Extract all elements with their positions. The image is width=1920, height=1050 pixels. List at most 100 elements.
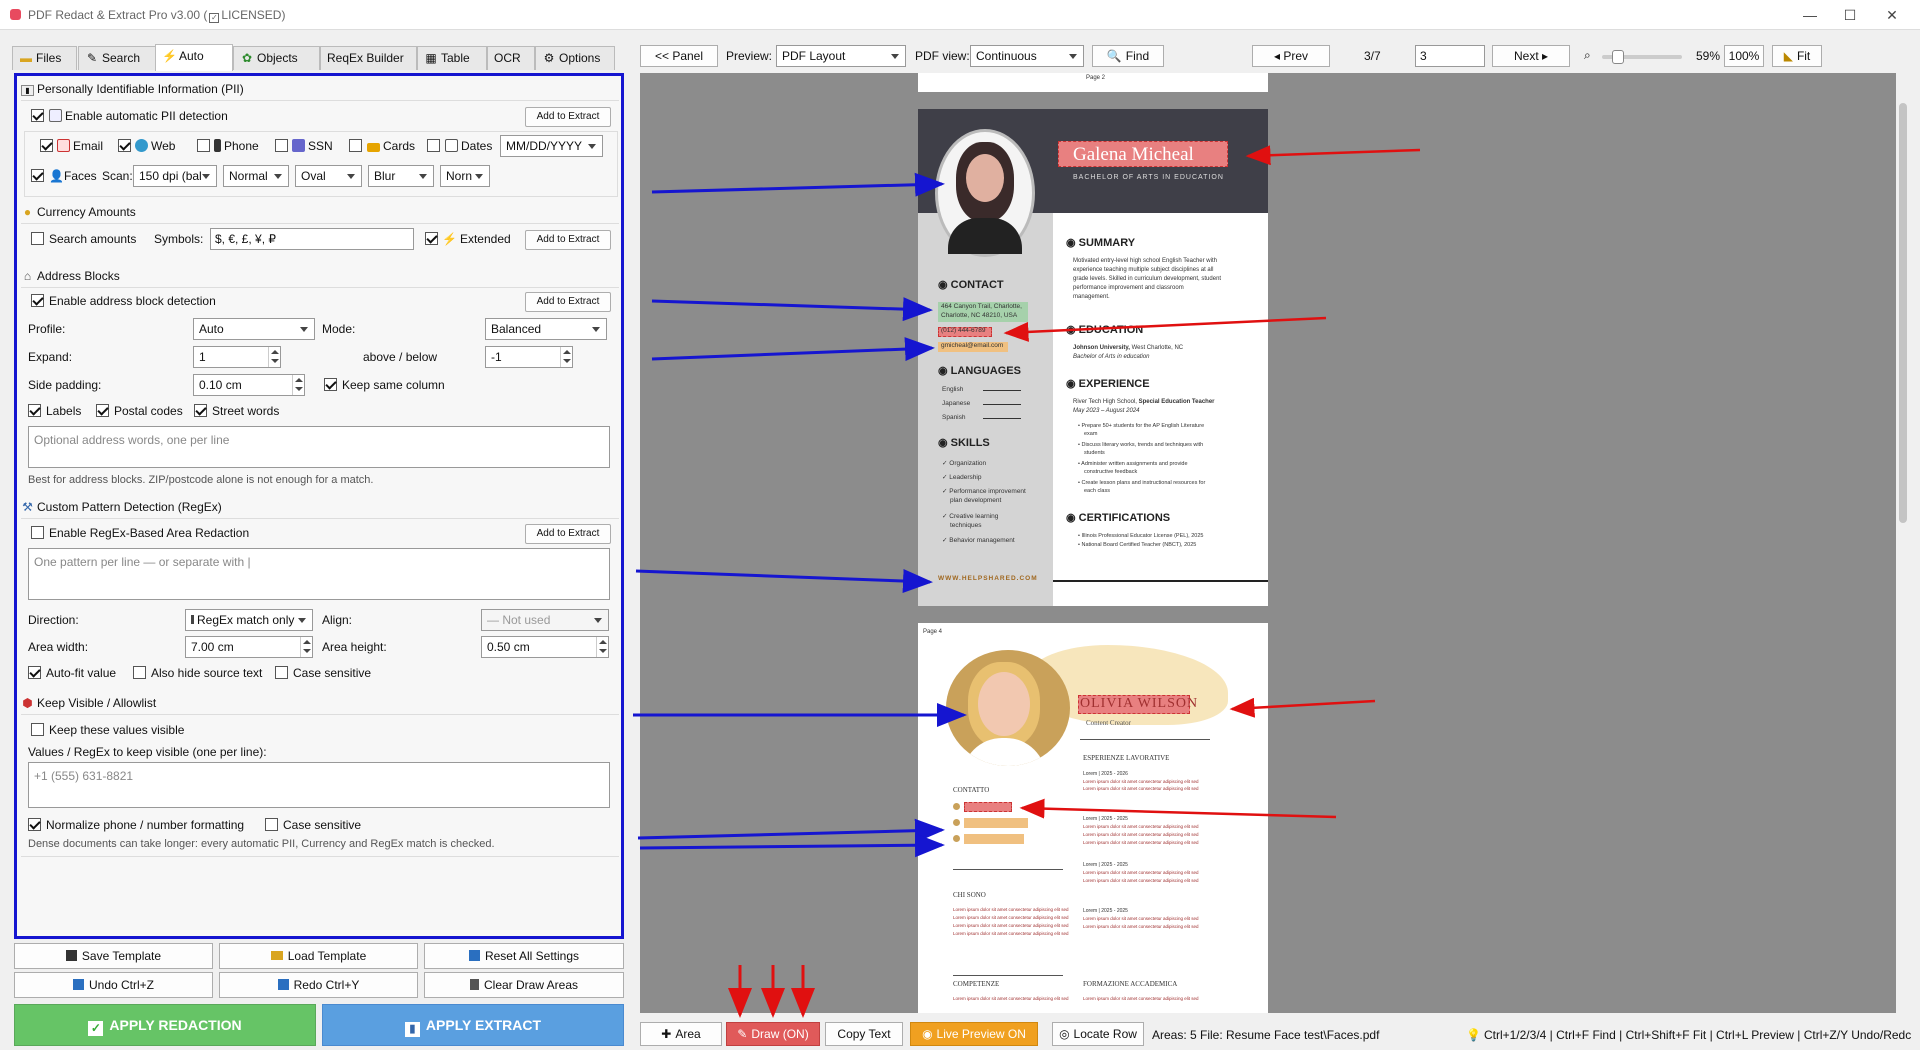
pencil-icon: ✎ — [86, 51, 98, 65]
expand-spinner[interactable]: 1 — [193, 346, 281, 368]
phone-checkbox[interactable] — [197, 139, 210, 152]
pdf-view-select[interactable]: Continuous — [970, 45, 1084, 67]
lorem-line: Lorem ipsum dolor sit amet consectetur a… — [953, 996, 1069, 1001]
side-padding-spinner[interactable]: 0.10 cm — [193, 374, 305, 396]
page-count: 3/7 — [1364, 49, 1381, 63]
find-button[interactable]: 🔍 Find — [1092, 45, 1164, 67]
enable-address-checkbox[interactable] — [31, 294, 44, 307]
maximize-button[interactable]: ☐ — [1830, 4, 1870, 26]
close-button[interactable]: ✕ — [1872, 4, 1912, 26]
tab-table[interactable]: ▦ Table — [417, 46, 487, 70]
postal-codes-checkbox[interactable] — [96, 404, 109, 417]
normalize-checkbox[interactable] — [28, 818, 41, 831]
resume-role: Content Creator — [1086, 719, 1131, 727]
profile-select[interactable]: Auto — [193, 318, 315, 340]
tab-regex-builder[interactable]: ReqEx Builder — [320, 46, 417, 70]
viewer-scrollbar[interactable] — [1896, 73, 1910, 1013]
face-mode-select[interactable]: Normal — [223, 165, 289, 187]
regex-case-checkbox[interactable] — [275, 666, 288, 679]
next-page-button[interactable]: Next ▸ — [1492, 45, 1570, 67]
undo-button[interactable]: Undo Ctrl+Z — [14, 972, 213, 998]
clear-draw-areas-button[interactable]: Clear Draw Areas — [424, 972, 624, 998]
address-words-textarea[interactable]: Optional address words, one per line — [28, 426, 610, 468]
allowlist-case-checkbox[interactable] — [265, 818, 278, 831]
mode-select[interactable]: Balanced — [485, 318, 607, 340]
apply-extract-button[interactable]: ▮ APPLY EXTRACT — [322, 1004, 624, 1046]
locate-row-button[interactable]: ◎ Locate Row — [1052, 1022, 1144, 1046]
face-extra-select[interactable]: Norn — [440, 165, 490, 187]
dates-checkbox[interactable] — [427, 139, 440, 152]
tab-ocr[interactable]: OCR — [487, 46, 535, 70]
scan-dpi-select[interactable]: 150 dpi (bal — [133, 165, 217, 187]
eye-icon: ◉ — [922, 1027, 933, 1041]
pdf-viewer[interactable] — [640, 73, 1896, 1013]
id-card-icon — [292, 139, 305, 152]
reset-settings-button[interactable]: Reset All Settings — [424, 943, 624, 969]
face-shape-select[interactable]: Oval — [295, 165, 362, 187]
direction-select[interactable]: RegEx match only — [185, 609, 313, 631]
preview-select[interactable]: PDF Layout — [776, 45, 906, 67]
keep-column-checkbox[interactable] — [324, 378, 337, 391]
hide-source-checkbox[interactable] — [133, 666, 146, 679]
edu-entry: Lorem | 2025 - 2025 — [1083, 908, 1128, 914]
align-select[interactable]: — Not used — [481, 609, 609, 631]
area-button[interactable]: ✚ Area — [640, 1022, 722, 1046]
languages-heading: ◉ LANGUAGES — [938, 365, 1021, 377]
redo-button[interactable]: Redo Ctrl+Y — [219, 972, 418, 998]
panel-toggle-button[interactable]: << Panel — [640, 45, 718, 67]
hide-source-label: Also hide source text — [151, 666, 263, 680]
face-effect-select[interactable]: Blur — [368, 165, 434, 187]
draw-toggle-button[interactable]: ✎ Draw (ON) — [726, 1022, 820, 1046]
address-section-header: ⌂ Address Blocks — [21, 269, 120, 283]
date-format-select[interactable]: MM/DD/YYYY — [500, 135, 603, 157]
zoom-slider[interactable] — [1602, 50, 1682, 64]
area-height-spinner[interactable]: 0.50 cm — [481, 636, 609, 658]
minimize-button[interactable]: — — [1790, 4, 1830, 26]
copy-text-button[interactable]: Copy Text — [825, 1022, 903, 1046]
regex-add-extract-button[interactable]: Add to Extract — [525, 524, 611, 544]
email-checkbox[interactable] — [40, 139, 53, 152]
tab-auto[interactable]: ⚡ Auto — [155, 44, 233, 71]
ssn-checkbox[interactable] — [275, 139, 288, 152]
tab-files[interactable]: ▬ Files — [12, 46, 77, 70]
faces-label: 👤Faces — [49, 169, 97, 183]
symbols-input[interactable]: $, €, £, ¥, ₽ — [210, 228, 414, 250]
save-template-button[interactable]: Save Template — [14, 943, 213, 969]
address-add-extract-button[interactable]: Add to Extract — [525, 292, 611, 312]
above-below-spinner[interactable]: -1 — [485, 346, 573, 368]
zoom-100-button[interactable]: 100% — [1724, 45, 1764, 67]
area-width-spinner[interactable]: 7.00 cm — [185, 636, 313, 658]
zoom-slider-handle[interactable] — [1612, 50, 1624, 64]
currency-add-extract-button[interactable]: Add to Extract — [525, 230, 611, 250]
autofit-checkbox[interactable] — [28, 666, 41, 679]
cert-line: • Illinois Professional Educator License… — [1078, 533, 1204, 539]
labels-checkbox[interactable] — [28, 404, 41, 417]
search-icon: 🔍 — [1106, 49, 1122, 63]
tab-options[interactable]: ⚙ Options — [535, 46, 615, 70]
fit-button[interactable]: ◣ Fit — [1772, 45, 1822, 67]
regex-patterns-textarea[interactable]: One pattern per line — or separate with … — [28, 548, 610, 600]
load-template-button[interactable]: Load Template — [219, 943, 418, 969]
enable-regex-checkbox[interactable] — [31, 526, 44, 539]
page-input[interactable]: 3 — [1415, 45, 1485, 67]
tab-objects[interactable]: ✿ Objects — [233, 46, 320, 70]
resume-page-4: Page 4 OLIVIA WILSON Content Creator ESP… — [918, 623, 1268, 1013]
exp-bullet: • Create lesson plans and instructional … — [1078, 480, 1206, 486]
extended-checkbox[interactable] — [425, 232, 438, 245]
allowlist-textarea[interactable]: +1 (555) 631-8821 — [28, 762, 610, 808]
pii-add-extract-button[interactable]: Add to Extract — [525, 107, 611, 127]
search-amounts-checkbox[interactable] — [31, 232, 44, 245]
area-width-label: Area width: — [28, 640, 89, 654]
keep-visible-checkbox[interactable] — [31, 723, 44, 736]
cards-checkbox[interactable] — [349, 139, 362, 152]
apply-redaction-button[interactable]: ✓ APPLY REDACTION — [14, 1004, 316, 1046]
tab-search[interactable]: ✎ Search — [78, 46, 167, 70]
street-words-checkbox[interactable] — [194, 404, 207, 417]
lorem-line: Lorem ipsum dolor sit amet consectetur a… — [953, 907, 1069, 912]
web-checkbox[interactable] — [118, 139, 131, 152]
scrollbar-thumb[interactable] — [1899, 103, 1907, 523]
faces-checkbox[interactable] — [31, 169, 44, 182]
live-preview-button[interactable]: ◉ Live Preview ON — [910, 1022, 1038, 1046]
prev-page-button[interactable]: ◂ Prev — [1252, 45, 1330, 67]
enable-pii-checkbox[interactable] — [31, 109, 44, 122]
